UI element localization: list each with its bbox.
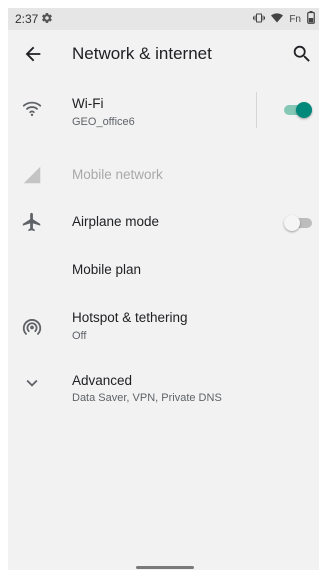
page-title: Network & internet <box>72 44 212 63</box>
advanced-summary: Data Saver, VPN, Private DNS <box>72 392 222 404</box>
divider <box>256 92 257 128</box>
hotspot-status: Off <box>72 330 87 342</box>
search-icon[interactable] <box>291 43 313 65</box>
hotspot-item[interactable]: Hotspot & tethering Off <box>8 294 319 352</box>
wifi-icon <box>271 12 284 26</box>
vibrate-icon <box>253 12 266 27</box>
gear-icon <box>41 12 53 27</box>
wifi-toggle[interactable] <box>284 102 312 118</box>
wifi-item[interactable]: Wi-Fi GEO_office6 <box>8 78 319 138</box>
hotspot-label: Hotspot & tethering <box>72 310 188 325</box>
mobile-plan-label: Mobile plan <box>72 262 142 277</box>
status-icons: Fn <box>253 11 315 27</box>
fn-label: Fn <box>289 13 301 25</box>
airplane-mode-label: Airplane mode <box>72 214 160 229</box>
toggle-thumb <box>296 102 312 118</box>
app-bar: Network & internet <box>8 30 319 78</box>
hotspot-icon <box>21 316 43 338</box>
airplane-mode-toggle[interactable] <box>284 215 312 231</box>
wifi-label: Wi-Fi <box>72 96 104 111</box>
advanced-label: Advanced <box>72 373 133 388</box>
toggle-thumb <box>284 215 300 231</box>
status-time: 2:37 <box>15 12 39 26</box>
chevron-down-icon <box>21 372 43 394</box>
airplane-icon <box>21 211 43 233</box>
mobile-network-label: Mobile network <box>72 167 163 182</box>
airplane-mode-item[interactable]: Airplane mode <box>8 198 319 246</box>
home-indicator[interactable] <box>136 566 194 569</box>
mobile-plan-item[interactable]: Mobile plan <box>8 246 319 294</box>
wifi-icon <box>21 97 43 119</box>
wifi-network-name: GEO_office6 <box>72 116 135 128</box>
battery-icon <box>307 11 315 27</box>
advanced-item[interactable]: Advanced Data Saver, VPN, Private DNS <box>8 360 319 412</box>
arrow-back-icon[interactable] <box>22 43 44 65</box>
cell-signal-icon <box>21 164 43 186</box>
mobile-network-item[interactable]: Mobile network <box>8 152 319 198</box>
settings-screen: 2:37 Fn Network & internet Wi-Fi GEO_off… <box>8 8 319 570</box>
status-bar: 2:37 Fn <box>8 8 319 30</box>
